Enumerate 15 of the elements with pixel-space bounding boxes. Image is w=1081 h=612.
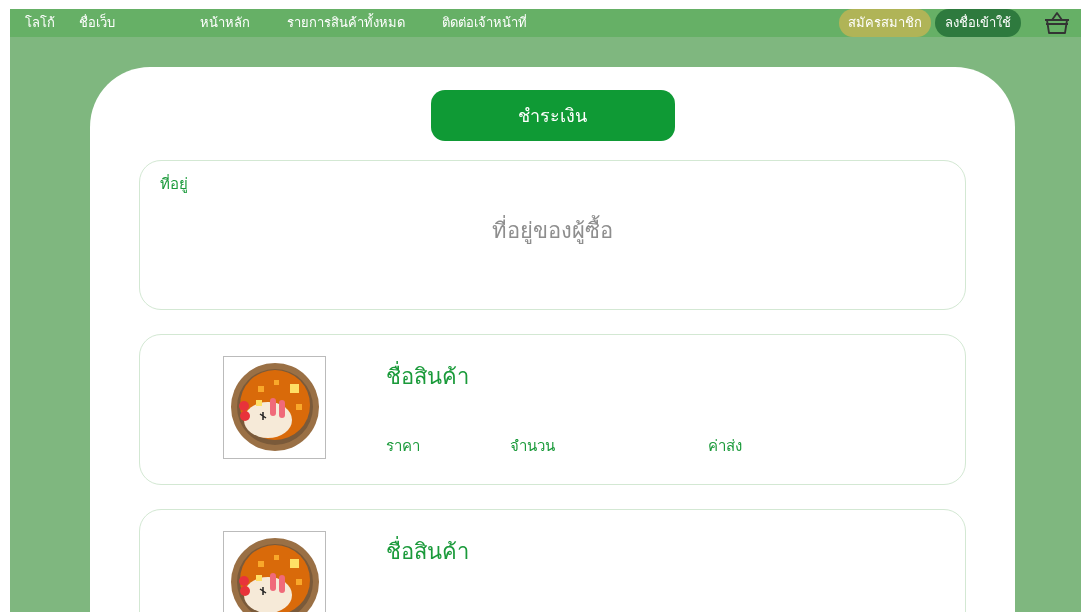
nav-link[interactable]: ติดต่อเจ้าหน้าที่	[442, 13, 527, 33]
quantity-label: จำนวน	[510, 435, 556, 457]
basket-icon[interactable]	[1043, 9, 1071, 36]
site-name: ชื่อเว็บ	[79, 13, 115, 32]
nav-link[interactable]: หน้าหลัก	[200, 13, 250, 33]
price-label: ราคา	[386, 435, 421, 457]
pay-button[interactable]: ชำระเงิน	[430, 89, 675, 141]
login-button[interactable]: ลงชื่อเข้าใช้	[935, 9, 1021, 37]
nav-link[interactable]: รายการสินค้าทั้งหมด	[287, 13, 405, 33]
register-button[interactable]: สมัครสมาชิก	[839, 9, 931, 37]
logo-text: โลโก้	[25, 14, 55, 32]
address-label: ที่อยู่	[160, 173, 188, 195]
shipping-label: ค่าส่ง	[708, 435, 743, 457]
product-name: ชื่อสินค้า	[386, 535, 469, 566]
product-name: ชื่อสินค้า	[386, 360, 470, 391]
